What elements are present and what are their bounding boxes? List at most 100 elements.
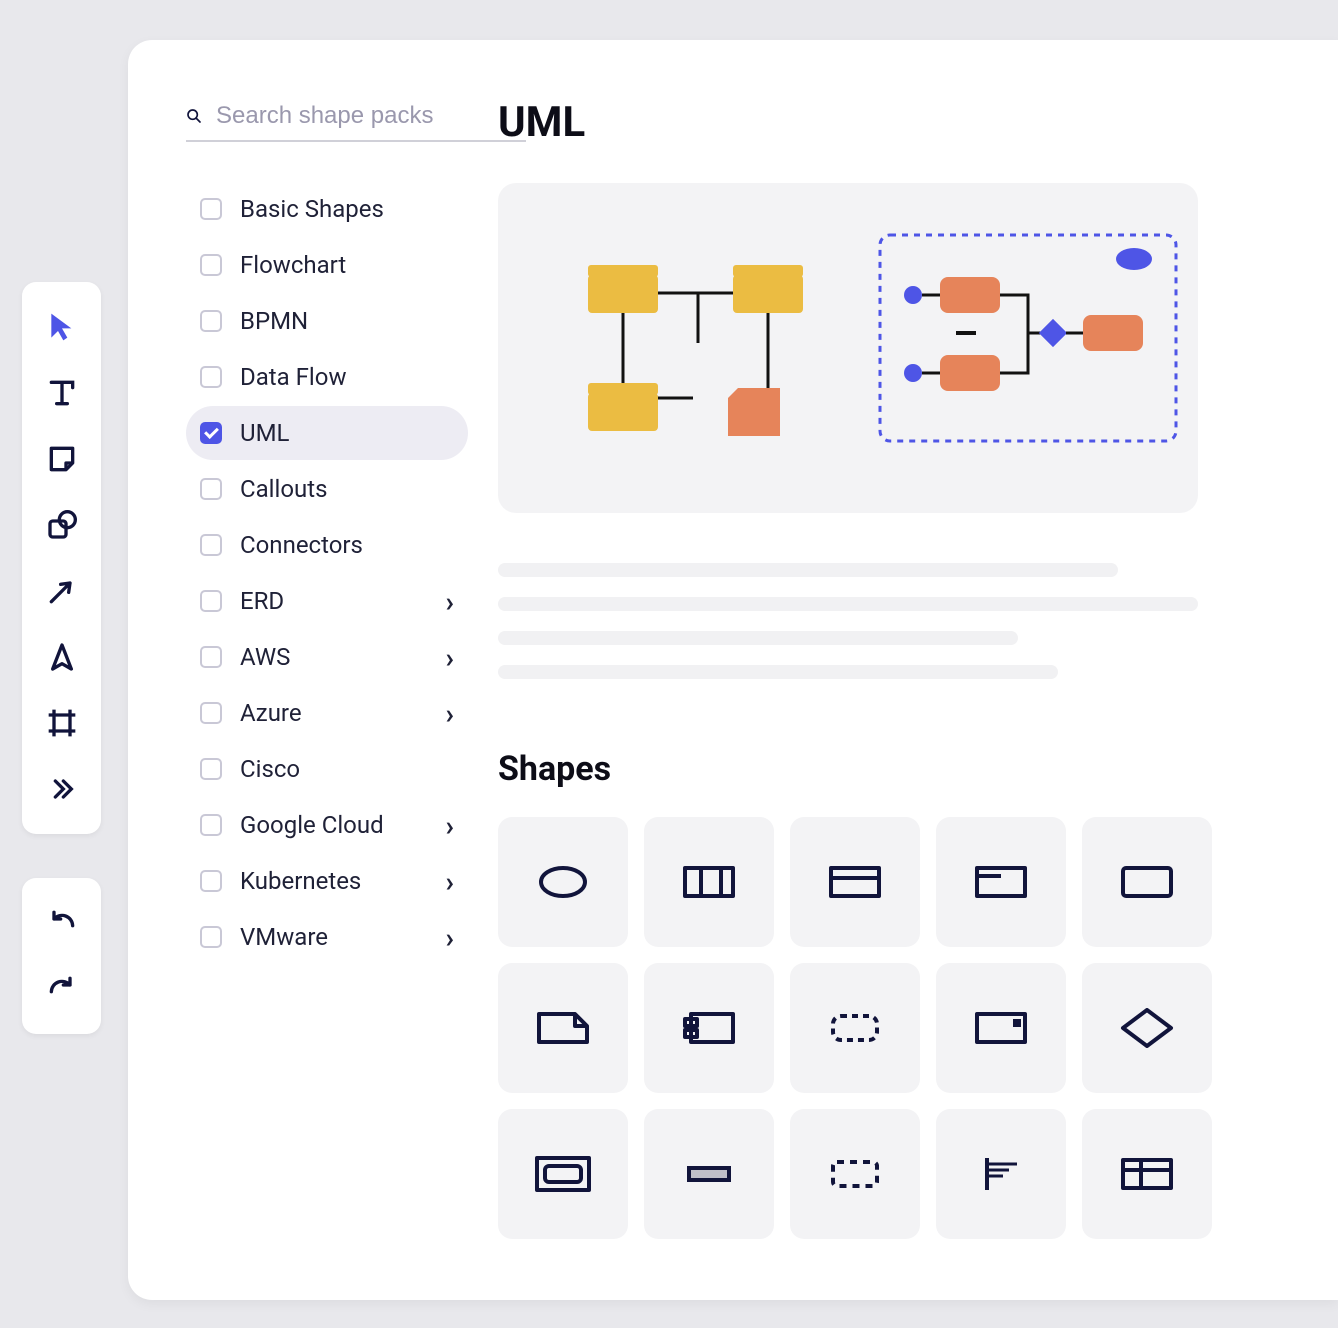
uml-boundary-dashed[interactable]: [790, 963, 920, 1093]
pack-checkbox[interactable]: [200, 534, 222, 556]
uml-port-box[interactable]: [936, 963, 1066, 1093]
pack-title: UML: [498, 98, 1338, 147]
uml-bar-icon: [681, 1154, 737, 1194]
more-icon: [46, 773, 78, 805]
pack-checkbox[interactable]: [200, 814, 222, 836]
pack-checkbox[interactable]: [200, 590, 222, 612]
pack-label: Flowchart: [240, 251, 454, 279]
pack-item-uml[interactable]: UML: [186, 406, 468, 460]
tool-palette: [22, 282, 101, 834]
chevron-right-icon: ›: [446, 921, 454, 954]
shapes-grid: [498, 817, 1338, 1239]
uml-bar[interactable]: [644, 1109, 774, 1239]
pack-checkbox[interactable]: [200, 646, 222, 668]
uml-use-case-icon: [535, 862, 591, 902]
uml-titlebar[interactable]: [936, 817, 1066, 947]
chevron-right-icon: ›: [446, 641, 454, 674]
pack-label: Cisco: [240, 755, 454, 783]
uml-class-header[interactable]: [790, 817, 920, 947]
uml-decision-icon: [1119, 1008, 1175, 1048]
pack-label: UML: [240, 419, 454, 447]
pack-checkbox[interactable]: [200, 478, 222, 500]
redo-icon: [46, 973, 78, 1005]
pack-detail: UML: [488, 40, 1338, 1300]
pack-item-azure[interactable]: Azure›: [186, 686, 468, 740]
preview-diagram-1: [568, 243, 868, 463]
pack-item-aws[interactable]: AWS›: [186, 630, 468, 684]
chevron-right-icon: ›: [446, 865, 454, 898]
pack-item-google-cloud[interactable]: Google Cloud›: [186, 798, 468, 852]
undo-icon: [46, 907, 78, 939]
pack-checkbox[interactable]: [200, 702, 222, 724]
uml-note[interactable]: [498, 963, 628, 1093]
redo-button[interactable]: [32, 959, 92, 1019]
pack-item-vmware[interactable]: VMware›: [186, 910, 468, 964]
uml-port-box-icon: [973, 1008, 1029, 1048]
pack-label: Google Cloud: [240, 811, 446, 839]
shape-tool[interactable]: [32, 495, 92, 555]
pack-list: Basic Shapes Flowchart BPMN Data Flow UML Cal…: [186, 182, 468, 964]
uml-partition-icon: [973, 1154, 1029, 1194]
uml-object-icon: [1119, 862, 1175, 902]
sticky-note-tool[interactable]: [32, 429, 92, 489]
uml-object[interactable]: [1082, 817, 1212, 947]
preview-diagram-2: [878, 233, 1178, 443]
pack-checkbox[interactable]: [200, 254, 222, 276]
text-icon: [46, 377, 78, 409]
pack-label: BPMN: [240, 307, 454, 335]
chevron-right-icon: ›: [446, 809, 454, 842]
uml-use-case[interactable]: [498, 817, 628, 947]
shape-icon: [46, 509, 78, 541]
uml-region[interactable]: [790, 1109, 920, 1239]
packs-sidebar: Basic Shapes Flowchart BPMN Data Flow UML Cal…: [128, 40, 488, 1300]
pack-item-kubernetes[interactable]: Kubernetes›: [186, 854, 468, 908]
pack-checkbox[interactable]: [200, 366, 222, 388]
sticky-note-icon: [46, 443, 78, 475]
pack-item-callouts[interactable]: Callouts: [186, 462, 468, 516]
uml-class-3col-icon: [681, 862, 737, 902]
uml-class-3col[interactable]: [644, 817, 774, 947]
pack-item-cisco[interactable]: Cisco: [186, 742, 468, 796]
pack-checkbox[interactable]: [200, 310, 222, 332]
pack-item-bpmn[interactable]: BPMN: [186, 294, 468, 348]
pen-tool[interactable]: [32, 627, 92, 687]
pack-checkbox[interactable]: [200, 870, 222, 892]
uml-state[interactable]: [498, 1109, 628, 1239]
arrow-tool[interactable]: [32, 561, 92, 621]
pack-label: Connectors: [240, 531, 454, 559]
pack-item-erd[interactable]: ERD›: [186, 574, 468, 628]
search-input[interactable]: [216, 102, 526, 130]
uml-note-icon: [535, 1008, 591, 1048]
shape-packs-panel: Basic Shapes Flowchart BPMN Data Flow UML Cal…: [128, 40, 1338, 1300]
more-tool[interactable]: [32, 759, 92, 819]
pen-icon: [46, 641, 78, 673]
uml-decision[interactable]: [1082, 963, 1212, 1093]
pack-label: Azure: [240, 699, 446, 727]
uml-partition[interactable]: [936, 1109, 1066, 1239]
pack-checkbox[interactable]: [200, 198, 222, 220]
pack-item-basic-shapes[interactable]: Basic Shapes: [186, 182, 468, 236]
shapes-heading: Shapes: [498, 749, 1338, 789]
text-tool[interactable]: [32, 363, 92, 423]
pack-item-data-flow[interactable]: Data Flow: [186, 350, 468, 404]
uml-table[interactable]: [1082, 1109, 1212, 1239]
uml-class-header-icon: [827, 862, 883, 902]
uml-state-icon: [535, 1154, 591, 1194]
chevron-right-icon: ›: [446, 585, 454, 618]
uml-component[interactable]: [644, 963, 774, 1093]
pack-item-flowchart[interactable]: Flowchart: [186, 238, 468, 292]
pointer-tool[interactable]: [32, 297, 92, 357]
undo-button[interactable]: [32, 893, 92, 953]
frame-icon: [46, 707, 78, 739]
pack-label: Kubernetes: [240, 867, 446, 895]
pack-label: AWS: [240, 643, 446, 671]
pointer-icon: [46, 311, 78, 343]
frame-tool[interactable]: [32, 693, 92, 753]
pack-label: ERD: [240, 587, 446, 615]
uml-component-icon: [681, 1008, 737, 1048]
pack-item-connectors[interactable]: Connectors: [186, 518, 468, 572]
pack-checkbox[interactable]: [200, 758, 222, 780]
pack-checkbox[interactable]: [200, 422, 222, 444]
pack-checkbox[interactable]: [200, 926, 222, 948]
search-icon: [186, 103, 202, 129]
